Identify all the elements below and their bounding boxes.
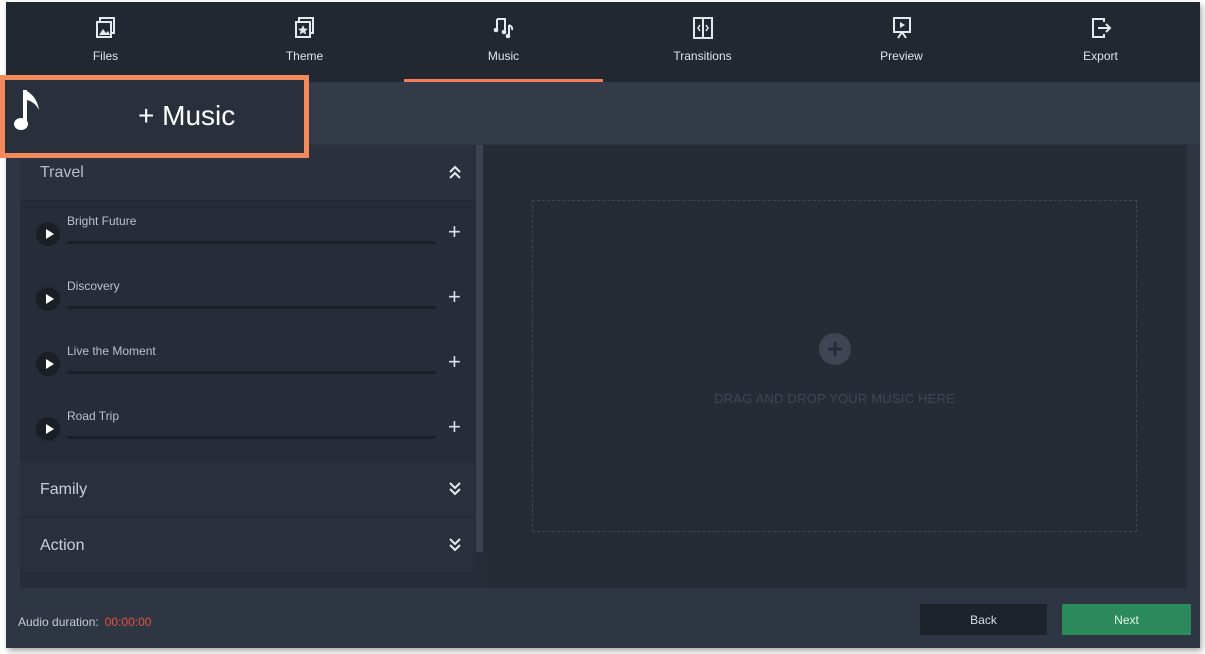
play-icon[interactable] bbox=[36, 222, 60, 246]
track-name: Live the Moment bbox=[67, 344, 156, 358]
library-scrollbar[interactable] bbox=[476, 145, 483, 552]
theme-icon bbox=[294, 17, 314, 38]
music-library-panel: Travel Bright Future + Discovery + Live … bbox=[20, 145, 485, 588]
back-button[interactable]: Back bbox=[920, 604, 1047, 635]
music-drop-area[interactable]: + DRAG AND DROP YOUR MUSIC HERE bbox=[485, 145, 1187, 588]
add-music-label: + Music bbox=[138, 100, 236, 131]
footer-bar: Audio duration: 00:00:00 Back Next bbox=[6, 598, 1200, 648]
tab-preview-label: Preview bbox=[880, 49, 923, 63]
track-item: Bright Future + bbox=[20, 201, 475, 266]
track-item: Road Trip + bbox=[20, 396, 475, 461]
group-title: Action bbox=[40, 536, 85, 554]
tab-music[interactable]: Music bbox=[404, 2, 603, 82]
add-track-button[interactable]: + bbox=[448, 416, 461, 438]
add-track-button[interactable]: + bbox=[448, 286, 461, 308]
tab-theme-label: Theme bbox=[285, 49, 324, 63]
preview-icon bbox=[892, 17, 911, 39]
track-name: Road Trip bbox=[67, 409, 120, 423]
track-item: Discovery + bbox=[20, 266, 475, 331]
chevron-double-down-icon[interactable] bbox=[447, 536, 463, 554]
track-progress-bar[interactable] bbox=[67, 241, 436, 244]
track-progress-bar[interactable] bbox=[67, 371, 436, 374]
tab-files-label: Files bbox=[92, 49, 119, 63]
add-music-button[interactable]: + Music bbox=[0, 75, 309, 158]
tab-bar: Files Theme Music Transitions Preview Ex… bbox=[6, 2, 1200, 82]
track-name: Bright Future bbox=[67, 214, 137, 228]
track-item: Live the Moment + bbox=[20, 331, 475, 396]
drop-zone[interactable]: + DRAG AND DROP YOUR MUSIC HERE bbox=[532, 200, 1137, 532]
add-track-button[interactable]: + bbox=[448, 351, 461, 373]
tab-transitions[interactable]: Transitions bbox=[603, 2, 802, 82]
tab-transitions-label: Transitions bbox=[673, 49, 732, 63]
tab-export-label: Export bbox=[1083, 49, 1118, 63]
group-header-action[interactable]: Action bbox=[20, 518, 475, 574]
export-icon bbox=[1091, 18, 1111, 38]
drop-zone-hint: DRAG AND DROP YOUR MUSIC HERE bbox=[714, 391, 955, 406]
tab-theme[interactable]: Theme bbox=[205, 2, 404, 82]
music-icon bbox=[493, 18, 513, 39]
chevron-double-up-icon[interactable] bbox=[447, 163, 463, 181]
tab-export[interactable]: Export bbox=[1001, 2, 1200, 82]
group-title: Family bbox=[40, 480, 88, 498]
tab-music-label: Music bbox=[487, 49, 520, 63]
tab-preview[interactable]: Preview bbox=[802, 2, 1001, 82]
group-header-family[interactable]: Family bbox=[20, 462, 475, 518]
audio-duration: Audio duration: 00:00:00 bbox=[18, 615, 151, 629]
tab-files[interactable]: Files bbox=[6, 2, 205, 82]
track-name: Discovery bbox=[67, 279, 120, 293]
files-icon bbox=[95, 17, 115, 38]
track-progress-bar[interactable] bbox=[67, 306, 436, 309]
transitions-icon bbox=[692, 17, 713, 39]
next-button[interactable]: Next bbox=[1062, 604, 1191, 635]
add-circle-icon[interactable]: + bbox=[819, 333, 851, 365]
audio-duration-label: Audio duration: bbox=[18, 615, 99, 629]
play-icon[interactable] bbox=[36, 417, 60, 441]
play-icon[interactable] bbox=[36, 352, 60, 376]
add-track-button[interactable]: + bbox=[448, 221, 461, 243]
music-note-icon bbox=[14, 90, 39, 130]
chevron-double-down-icon[interactable] bbox=[447, 480, 463, 498]
track-progress-bar[interactable] bbox=[67, 436, 436, 439]
audio-duration-value: 00:00:00 bbox=[104, 615, 152, 629]
play-icon[interactable] bbox=[36, 287, 60, 311]
group-title: Travel bbox=[40, 163, 84, 181]
